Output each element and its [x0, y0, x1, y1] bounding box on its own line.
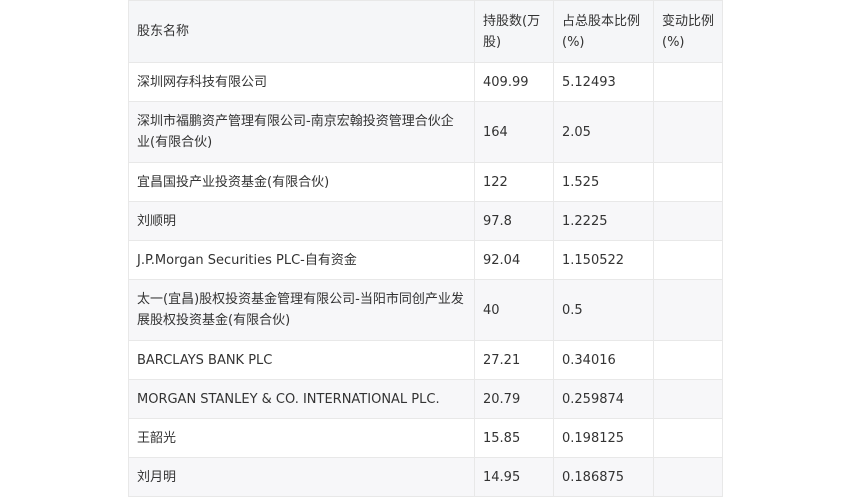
table-row: 深圳市福鹏资产管理有限公司-南京宏翰投资管理合伙企业(有限合伙) 164 2.0… [128, 101, 723, 163]
cell-shareholder-name: 王韶光 [128, 418, 475, 458]
cell-shareholder-name: 刘顺明 [128, 201, 475, 241]
cell-ratio: 0.5 [553, 279, 654, 341]
cell-change [653, 101, 723, 163]
cell-shareholder-name: 刘月明 [128, 457, 475, 497]
table-row: 刘顺明 97.8 1.2225 [128, 201, 723, 241]
table-row: 太一(宜昌)股权投资基金管理有限公司-当阳市同创产业发展股权投资基金(有限合伙)… [128, 279, 723, 341]
table-row: 刘月明 14.95 0.186875 [128, 457, 723, 497]
header-change-ratio: 变动比例(%) [653, 0, 723, 63]
table-row: J.P.Morgan Securities PLC-自有资金 92.04 1.1… [128, 240, 723, 280]
cell-shareholder-name: 宜昌国投产业投资基金(有限合伙) [128, 162, 475, 202]
header-shares-held: 持股数(万股) [474, 0, 554, 63]
cell-shares: 20.79 [474, 379, 554, 419]
table-row: 王韶光 15.85 0.198125 [128, 418, 723, 458]
table-row: MORGAN STANLEY & CO. INTERNATIONAL PLC. … [128, 379, 723, 419]
cell-change [653, 240, 723, 280]
table-row: 宜昌国投产业投资基金(有限合伙) 122 1.525 [128, 162, 723, 202]
cell-change [653, 279, 723, 341]
cell-shares: 15.85 [474, 418, 554, 458]
cell-change [653, 379, 723, 419]
cell-ratio: 0.259874 [553, 379, 654, 419]
cell-shareholder-name: 深圳市福鹏资产管理有限公司-南京宏翰投资管理合伙企业(有限合伙) [128, 101, 475, 163]
cell-change [653, 201, 723, 241]
cell-shareholder-name: J.P.Morgan Securities PLC-自有资金 [128, 240, 475, 280]
cell-change [653, 62, 723, 102]
cell-ratio: 0.198125 [553, 418, 654, 458]
table-row: 深圳网存科技有限公司 409.99 5.12493 [128, 62, 723, 102]
header-share-ratio: 占总股本比例(%) [553, 0, 654, 63]
cell-shares: 14.95 [474, 457, 554, 497]
cell-ratio: 5.12493 [553, 62, 654, 102]
cell-change [653, 162, 723, 202]
cell-ratio: 0.34016 [553, 340, 654, 380]
cell-change [653, 418, 723, 458]
cell-ratio: 1.525 [553, 162, 654, 202]
cell-ratio: 0.186875 [553, 457, 654, 497]
cell-shares: 92.04 [474, 240, 554, 280]
table-header-row: 股东名称 持股数(万股) 占总股本比例(%) 变动比例(%) [128, 0, 723, 63]
cell-ratio: 2.05 [553, 101, 654, 163]
shareholder-table-container: 股东名称 持股数(万股) 占总股本比例(%) 变动比例(%) 深圳网存科技有限公… [128, 0, 723, 497]
cell-shares: 164 [474, 101, 554, 163]
cell-ratio: 1.2225 [553, 201, 654, 241]
cell-ratio: 1.150522 [553, 240, 654, 280]
cell-change [653, 340, 723, 380]
cell-shares: 97.8 [474, 201, 554, 241]
cell-shareholder-name: 深圳网存科技有限公司 [128, 62, 475, 102]
cell-shares: 40 [474, 279, 554, 341]
shareholder-table: 股东名称 持股数(万股) 占总股本比例(%) 变动比例(%) 深圳网存科技有限公… [128, 0, 723, 497]
table-row: BARCLAYS BANK PLC 27.21 0.34016 [128, 340, 723, 380]
cell-shares: 27.21 [474, 340, 554, 380]
cell-shares: 409.99 [474, 62, 554, 102]
cell-shareholder-name: MORGAN STANLEY & CO. INTERNATIONAL PLC. [128, 379, 475, 419]
cell-shareholder-name: 太一(宜昌)股权投资基金管理有限公司-当阳市同创产业发展股权投资基金(有限合伙) [128, 279, 475, 341]
cell-shares: 122 [474, 162, 554, 202]
cell-change [653, 457, 723, 497]
header-shareholder-name: 股东名称 [128, 0, 475, 63]
cell-shareholder-name: BARCLAYS BANK PLC [128, 340, 475, 380]
